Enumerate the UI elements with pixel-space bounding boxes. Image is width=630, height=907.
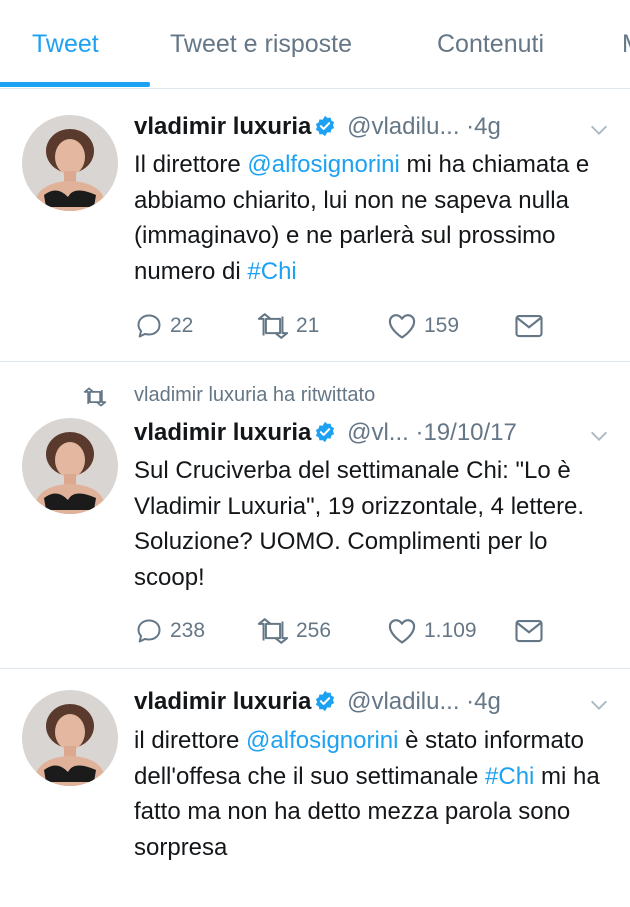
author-handle[interactable]: @vladilu...: [347, 113, 459, 140]
avatar[interactable]: [22, 690, 118, 786]
direct-message-button[interactable]: [514, 311, 544, 341]
active-tab-indicator: [0, 82, 150, 87]
retweet-icon: [257, 313, 289, 339]
chevron-down-icon[interactable]: [588, 694, 610, 716]
like-icon: [388, 619, 416, 644]
author-name[interactable]: vladimir luxuria: [134, 113, 311, 140]
like-icon: [388, 314, 416, 339]
retweet-count: 256: [296, 619, 332, 642]
tweet-text: Sul Cruciverba del settimanale Chi: "Lo …: [134, 457, 585, 591]
tab-tweet[interactable]: Tweet: [32, 30, 99, 59]
tab-tweet-e-risposte[interactable]: Tweet e risposte: [170, 30, 352, 59]
tweet-header: vladimir luxuria @vl... ·19/10/17: [134, 419, 614, 453]
tweet-text: Il direttore @alfosignorini mi ha chiama…: [134, 147, 614, 289]
tweet-time[interactable]: 4g: [474, 113, 501, 140]
profile-tabs: Tweet Tweet e risposte Contenuti M: [0, 0, 630, 89]
tweet-actions: 238 256 1.109: [134, 616, 614, 646]
like-button[interactable]: 1.109: [386, 616, 477, 646]
tweet-item[interactable]: vladimir luxuria @vladilu... ·4g Il dire…: [0, 89, 630, 362]
author-name[interactable]: vladimir luxuria: [134, 688, 311, 715]
like-count: 159: [424, 314, 460, 337]
verified-badge-icon: [314, 115, 336, 137]
tweet-item[interactable]: vladimir luxuria @vladilu... ·4g il dire…: [0, 669, 630, 907]
retweet-icon: [257, 618, 289, 644]
tweet-header: vladimir luxuria @vladilu... ·4g: [134, 113, 614, 147]
hashtag-link[interactable]: #Chi: [485, 763, 534, 790]
verified-badge-icon: [314, 421, 336, 443]
chevron-down-icon[interactable]: [588, 119, 610, 141]
reply-count: 238: [170, 619, 206, 642]
tweet-time[interactable]: 4g: [474, 688, 501, 715]
retweet-button[interactable]: 21: [256, 311, 319, 341]
direct-message-button[interactable]: [514, 616, 544, 646]
message-icon: [515, 314, 543, 338]
tab-more[interactable]: M: [622, 30, 630, 59]
retweeted-by-label[interactable]: vladimir luxuria ha ritwittato: [134, 384, 375, 407]
author-name[interactable]: vladimir luxuria: [134, 419, 311, 446]
avatar[interactable]: [22, 418, 118, 514]
reply-button[interactable]: 22: [134, 311, 193, 341]
tweet-header: vladimir luxuria @vladilu... ·4g: [134, 688, 614, 722]
tweet-actions: 22 21 159: [134, 311, 614, 341]
verified-badge-icon: [314, 690, 336, 712]
author-handle[interactable]: @vladilu...: [347, 688, 459, 715]
text-segment: il direttore: [134, 727, 247, 754]
chevron-down-icon[interactable]: [588, 425, 610, 447]
reply-icon: [137, 314, 161, 338]
separator-dot: ·: [466, 688, 475, 715]
mention-link[interactable]: @alfosignorini: [247, 151, 399, 178]
retweet-count: 21: [296, 314, 320, 337]
message-icon: [515, 619, 543, 643]
separator-dot: ·: [466, 113, 475, 140]
retweet-button[interactable]: 256: [256, 616, 331, 646]
mention-link[interactable]: @alfosignorini: [246, 727, 398, 754]
tweet-item[interactable]: vladimir luxuria ha ritwittato vladimir …: [0, 362, 630, 669]
reply-count: 22: [170, 314, 194, 337]
tab-contenuti[interactable]: Contenuti: [437, 30, 544, 59]
tweet-text: il direttore @alfosignorini è stato info…: [134, 723, 614, 865]
like-button[interactable]: 159: [386, 311, 459, 341]
hashtag-link[interactable]: #Chi: [247, 258, 296, 285]
retweet-icon: [83, 387, 107, 407]
tweet-time[interactable]: 19/10/17: [423, 419, 516, 446]
text-segment: Il direttore: [134, 151, 248, 178]
avatar[interactable]: [22, 115, 118, 211]
reply-icon: [137, 619, 161, 643]
reply-button[interactable]: 238: [134, 616, 205, 646]
like-count: 1.109: [424, 619, 477, 642]
author-handle[interactable]: @vl...: [347, 419, 409, 446]
